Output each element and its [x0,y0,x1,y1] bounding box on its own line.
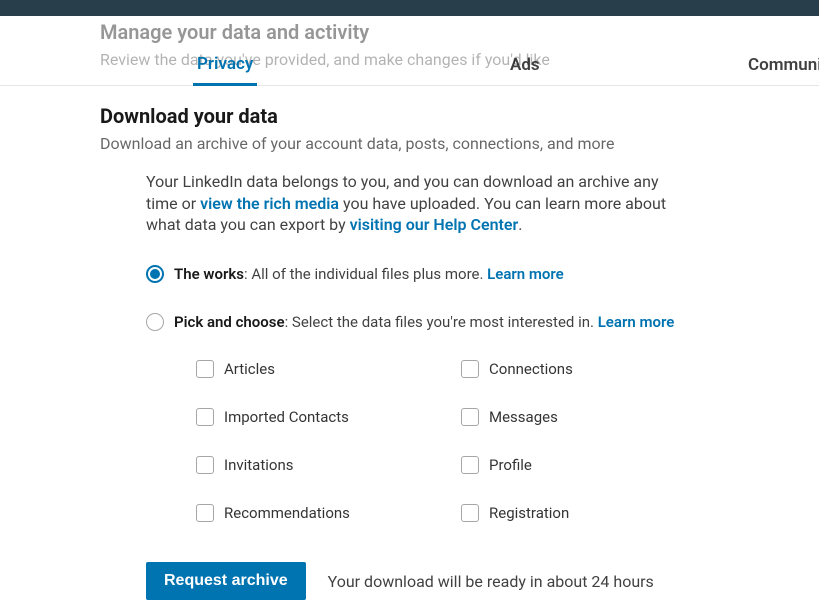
checkbox-label: Invitations [224,456,293,474]
check-item-articles: Articles [196,360,451,378]
tabs-container: Manage your data and activity Review the… [0,16,819,86]
checkbox-recommendations[interactable] [196,504,214,522]
checkbox-label: Registration [489,504,569,522]
checkbox-connections[interactable] [461,360,479,378]
radio-the-works-label: The works: All of the individual files p… [174,264,564,284]
tab-bar: Privacy Ads Communications [0,44,819,86]
radio-pick-label: Pick and choose: Select the data files y… [174,312,674,332]
rich-media-link[interactable]: view the rich media [200,194,339,213]
radio-pick-desc: : Select the data files you're most inte… [285,313,598,331]
action-note: Your download will be ready in about 24 … [328,572,654,591]
sidebar-item-data[interactable]: data [0,241,70,263]
desc-text-3: . [518,215,522,234]
learn-more-works-link[interactable]: Learn more [487,265,564,283]
bg-title: Manage your data and activity [100,20,550,44]
check-item-invitations: Invitations [196,456,451,474]
radio-works-title: The works [174,265,244,283]
top-navbar [0,0,819,16]
checkbox-grid: Articles Connections Imported Contacts M… [196,360,716,522]
checkbox-profile[interactable] [461,456,479,474]
checkbox-label: Messages [489,408,558,426]
action-row: Request archive Your download will be re… [146,562,800,600]
tab-ads[interactable]: Ads [506,44,544,86]
request-archive-button[interactable]: Request archive [146,562,306,600]
description: Your LinkedIn data belongs to you, and y… [146,171,686,236]
checkbox-articles[interactable] [196,360,214,378]
check-item-messages: Messages [461,408,716,426]
check-item-imported-contacts: Imported Contacts [196,408,451,426]
check-item-connections: Connections [461,360,716,378]
checkbox-messages[interactable] [461,408,479,426]
checkbox-label: Profile [489,456,532,474]
check-item-recommendations: Recommendations [196,504,451,522]
page-subtitle: Download an archive of your account data… [100,134,800,153]
help-center-link[interactable]: visiting our Help Center [350,215,519,234]
radio-pick-row: Pick and choose: Select the data files y… [146,312,800,332]
checkbox-registration[interactable] [461,504,479,522]
radio-pick-title: Pick and choose [174,313,285,331]
main-content: Download your data Download an archive o… [100,104,800,600]
check-item-profile: Profile [461,456,716,474]
sidebar: file and kedIn data [0,116,70,303]
checkbox-label: Connections [489,360,573,378]
tab-communications[interactable]: Communications [744,44,819,86]
sidebar-item-activity[interactable]: kedIn [0,178,70,200]
checkbox-imported-contacts[interactable] [196,408,214,426]
checkbox-invitations[interactable] [196,456,214,474]
radio-the-works[interactable] [146,265,164,283]
checkbox-label: Recommendations [224,504,350,522]
tab-privacy[interactable]: Privacy [193,44,257,86]
page-title: Download your data [100,104,800,128]
radio-the-works-row: The works: All of the individual files p… [146,264,800,284]
learn-more-pick-link[interactable]: Learn more [598,313,675,331]
radio-works-desc: : All of the individual files plus more. [244,265,487,283]
radio-pick-choose[interactable] [146,313,164,331]
sidebar-item-profile[interactable]: file and [0,116,70,138]
check-item-registration: Registration [461,504,716,522]
checkbox-label: Articles [224,360,275,378]
checkbox-label: Imported Contacts [224,408,349,426]
